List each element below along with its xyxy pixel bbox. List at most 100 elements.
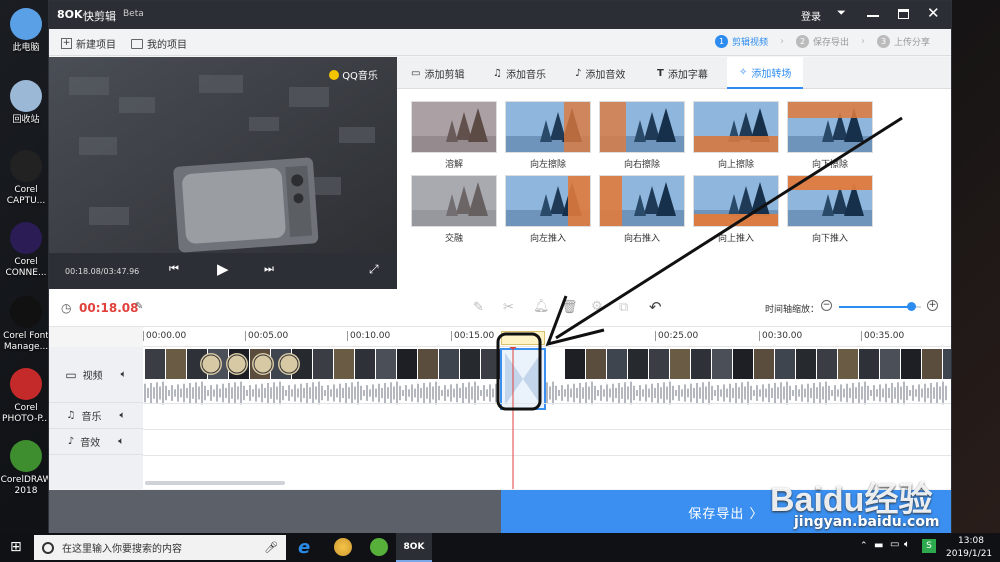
transition-thumb-push-right[interactable]: [599, 175, 685, 227]
next-frame-icon[interactable]: ⏭: [264, 262, 274, 276]
video-clip-strip[interactable]: [143, 347, 951, 489]
maximize-icon[interactable]: [898, 9, 909, 19]
transition-thumb-push-down[interactable]: [787, 175, 873, 227]
taskbar-search[interactable]: 在这里输入你要搜索的内容 🎤︎: [34, 535, 286, 560]
tab-add-transition[interactable]: ✧ 添加转场: [727, 57, 804, 89]
bell-icon[interactable]: 🔔︎: [533, 299, 550, 314]
transition-gallery: 溶解 向左擦除 向右擦除 向上擦除 向下擦除 交融 向左推入 向右推入 向上推入 向下推入: [397, 89, 951, 289]
desktop-icon[interactable]: CorelDRAW 2018: [0, 440, 52, 497]
edge-icon[interactable]: e: [298, 537, 318, 558]
browser-icon[interactable]: [370, 538, 388, 556]
menu-dropdown-icon[interactable]: ⏷: [837, 6, 846, 20]
transition-label: 向右擦除: [623, 160, 660, 170]
step-label: 上传分享: [894, 38, 931, 48]
microphone-icon[interactable]: 🎤︎: [264, 541, 278, 554]
volume-icon[interactable]: 🔈︎: [119, 410, 125, 421]
ruler-tick-label: 00:00.00: [143, 331, 186, 341]
tray-chevron-icon[interactable]: ⌃: [860, 541, 868, 551]
transition-thumb-wipe-left[interactable]: [505, 101, 591, 153]
transition-thumb-push-left[interactable]: [505, 175, 591, 227]
desktop-icon[interactable]: Corel PHOTO-P...: [0, 368, 52, 425]
desktop-icon[interactable]: 回收站: [0, 80, 52, 126]
app-logo: 8OK: [57, 8, 83, 21]
pencil-icon[interactable]: ✎: [473, 300, 484, 315]
desktop-app-icon: [10, 80, 42, 112]
tray-volume-icon[interactable]: 🔈︎: [904, 539, 910, 550]
battery-icon[interactable]: ▭: [890, 539, 899, 550]
track-area: [143, 347, 951, 489]
desktop-app-icon: [10, 368, 42, 400]
step-number: 2: [796, 35, 810, 48]
zoom-slider-handle[interactable]: [907, 302, 917, 311]
zoom-in-icon[interactable]: +: [927, 300, 938, 311]
desktop-icon[interactable]: 此电脑: [0, 8, 52, 54]
volume-icon[interactable]: 🔈︎: [121, 369, 127, 380]
minimize-icon[interactable]: [867, 15, 879, 17]
network-icon[interactable]: ▬: [874, 540, 883, 551]
tab-add-music-label: 添加音乐: [505, 69, 546, 81]
windows-start-icon[interactable]: ⊞: [10, 539, 22, 555]
search-placeholder: 在这里输入你要搜索的内容: [62, 544, 182, 555]
horizontal-scrollbar[interactable]: [145, 481, 285, 485]
copy-icon[interactable]: ⧉: [619, 300, 628, 315]
beta-label: Beta: [123, 9, 144, 19]
step-label: 剪辑视频: [732, 38, 769, 48]
sfx-icon: ♪: [67, 436, 75, 447]
new-project-button[interactable]: + 新建项目: [61, 36, 116, 51]
volume-icon[interactable]: 🔈︎: [118, 436, 124, 447]
tab-add-music[interactable]: ♫ 添加音乐: [493, 57, 546, 89]
fullscreen-icon[interactable]: ⤢: [369, 262, 379, 277]
ruler-tick-label: 00:30.00: [759, 331, 802, 341]
toolbar: + 新建项目 我的项目 1 剪辑视频 › 2 保存导出 › 3 上传分享: [49, 29, 951, 56]
transition-thumb-wipe-up[interactable]: [693, 101, 779, 153]
transition-label: 向右推入: [623, 234, 660, 244]
zoom-slider[interactable]: [839, 302, 921, 311]
desktop-app-icon: [10, 8, 42, 40]
desktop-icon[interactable]: Corel CONNE...: [0, 222, 52, 279]
cut-icon[interactable]: ✂: [503, 300, 514, 315]
transition-thumb-wipe-right[interactable]: [599, 101, 685, 153]
sfx-track-name: 音效: [80, 438, 101, 449]
video-icon: ▭: [411, 67, 421, 79]
transition-icon: ✧: [739, 66, 748, 78]
tab-add-subtitle[interactable]: T 添加字幕: [657, 57, 708, 89]
zoom-out-icon[interactable]: −: [821, 300, 832, 311]
qq-music-label: QQ音乐: [342, 71, 378, 82]
paint-icon[interactable]: [334, 538, 352, 556]
undo-icon[interactable]: ↶: [649, 298, 662, 316]
desktop-icon-label: Corel CAPTU...: [6, 185, 46, 206]
transition-marker[interactable]: [501, 331, 545, 345]
input-method-icon[interactable]: S: [922, 539, 936, 553]
transition-thumb-blend[interactable]: [411, 175, 497, 227]
settings-icon[interactable]: ⚙: [591, 299, 603, 314]
video-icon: ▭: [65, 367, 77, 382]
kuaijianji-taskbar-icon[interactable]: 8OK: [396, 533, 432, 562]
desktop-icon[interactable]: Corel CAPTU...: [0, 150, 52, 207]
video-track-name: 视频: [82, 371, 103, 382]
transition-thumb-dissolve[interactable]: [411, 101, 497, 153]
delete-icon[interactable]: 🗑︎: [561, 300, 578, 315]
transition-thumb-push-up[interactable]: [693, 175, 779, 227]
tab-add-clip[interactable]: ▭ 添加剪辑: [411, 57, 464, 89]
music-note-icon: ♫: [493, 67, 502, 79]
play-icon[interactable]: ▶: [217, 260, 229, 278]
transition-label: 溶解: [444, 160, 463, 170]
track-label-filler: [49, 455, 143, 489]
login-button[interactable]: 登录: [801, 8, 821, 23]
tab-add-sfx[interactable]: ♪ 添加音效: [575, 57, 625, 89]
tab-add-subtitle-label: 添加字幕: [667, 69, 708, 81]
transition-label: 向左推入: [529, 234, 566, 244]
video-track-label: ▭ 视频 🔈︎: [49, 347, 143, 403]
transition-thumb-wipe-down[interactable]: [787, 101, 873, 153]
step-2: 2 保存导出: [796, 35, 849, 48]
step-number: 1: [715, 35, 728, 48]
edit-time-icon[interactable]: ✎: [135, 301, 143, 312]
desktop-icon[interactable]: Corel Font Manage...: [0, 296, 52, 353]
sfx-icon: ♪: [575, 67, 582, 79]
desktop-icon-label: CorelDRAW 2018: [0, 475, 52, 496]
ruler-tick-label: 00:25.00: [655, 331, 698, 341]
my-projects-button[interactable]: 我的项目: [131, 36, 187, 51]
close-icon[interactable]: ✕: [927, 4, 940, 22]
app-window: 8OK 快剪辑 Beta 登录 ⏷ ✕ + 新建项目 我的项目 1 剪辑视频 › 2 保…: [48, 0, 952, 534]
prev-frame-icon[interactable]: ⏮: [169, 262, 179, 276]
